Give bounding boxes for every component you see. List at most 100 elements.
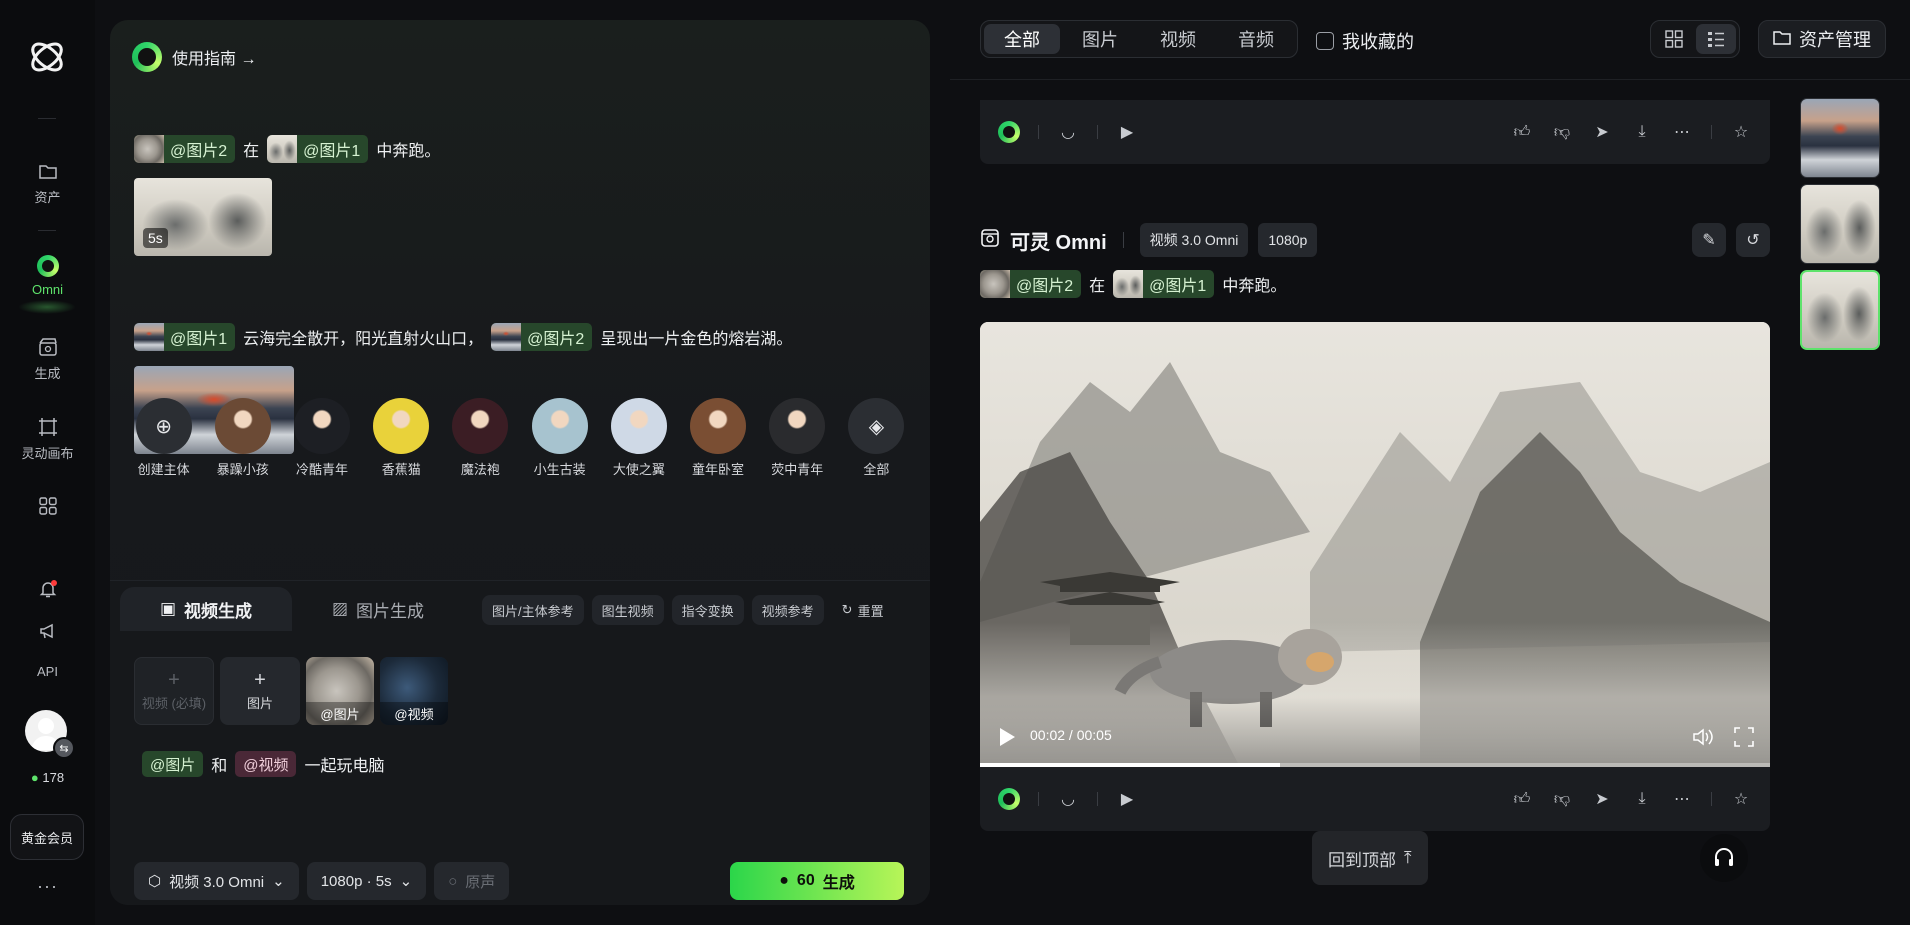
sidebar-item-canvas[interactable]: 灵动画布 xyxy=(0,416,95,462)
tab-images[interactable]: 图片 xyxy=(1062,24,1138,54)
video-asset[interactable]: @视频 xyxy=(380,657,448,725)
sidebar-item-community[interactable] xyxy=(0,495,95,517)
audio-toggle[interactable]: ○ 原声 xyxy=(434,862,510,900)
sidebar-item-assets[interactable]: 资产 xyxy=(0,160,95,206)
character-item[interactable]: 荧中青年 xyxy=(764,398,831,478)
tab-image-generate[interactable]: ▨ 图片生成 xyxy=(292,587,464,631)
star-icon[interactable]: ☆ xyxy=(1730,788,1752,810)
chip-image-to-video[interactable]: 图生视频 xyxy=(591,595,664,625)
lips-icon[interactable]: ◡ xyxy=(1057,788,1079,810)
character-item[interactable]: 魔法袍 xyxy=(447,398,514,478)
reference-tag[interactable]: @图片1 xyxy=(134,323,236,351)
tab-video-generate[interactable]: ▣ 视频生成 xyxy=(120,587,292,631)
character-item[interactable]: 童年卧室 xyxy=(684,398,751,478)
generation-header: 可灵 Omni 视频 3.0 Omni 1080p ✎ ↺ xyxy=(980,222,1770,258)
reference-tag[interactable]: @视频 xyxy=(235,751,297,777)
model-select[interactable]: ⬡ 视频 3.0 Omni ⌄ xyxy=(134,862,299,900)
play-icon[interactable] xyxy=(998,727,1016,747)
omni-logo-icon xyxy=(998,788,1020,810)
character-label: 香蕉猫 xyxy=(381,462,421,477)
character-avatar xyxy=(373,398,430,454)
bell-icon xyxy=(37,578,59,600)
thumbnail-item[interactable] xyxy=(1800,98,1880,178)
asset-manager-button[interactable]: 资产管理 xyxy=(1758,20,1886,58)
send-icon[interactable]: ➤ xyxy=(1591,788,1613,810)
sidebar-item-omni[interactable]: Omni xyxy=(0,255,95,297)
tab-audio[interactable]: 音频 xyxy=(1218,24,1294,54)
vip-button[interactable]: 黄金会员 xyxy=(10,814,84,860)
character-label: 冷酷青年 xyxy=(296,462,349,477)
sidebar-announcements[interactable] xyxy=(0,620,95,642)
star-icon[interactable]: ☆ xyxy=(1730,121,1752,143)
add-image-slot[interactable]: + 图片 xyxy=(220,657,300,725)
chip-video-ref[interactable]: 视频参考 xyxy=(751,595,824,625)
character-item[interactable]: 冷酷青年 xyxy=(288,398,355,478)
video-required-slot[interactable]: + 视频 (必填) xyxy=(134,657,214,725)
download-icon[interactable]: ⤓ xyxy=(1631,121,1653,143)
thumbnail-item[interactable] xyxy=(1800,270,1880,350)
sidebar-notifications[interactable] xyxy=(0,578,95,600)
thumbs-down-icon[interactable]: 👎︎ xyxy=(1551,788,1573,810)
character-item[interactable]: 大使之翼 xyxy=(605,398,672,478)
app-logo-icon[interactable] xyxy=(24,34,70,80)
send-icon[interactable]: ➤ xyxy=(1591,121,1613,143)
asset-slots: + 视频 (必填) + 图片 @图片 @视频 xyxy=(134,657,448,725)
favorites-checkbox[interactable]: 我收藏的 xyxy=(1316,28,1414,54)
back-to-top-button[interactable]: 回到顶部 ⤒ xyxy=(1312,831,1428,885)
character-item[interactable]: ⊕ 创建主体 xyxy=(130,398,197,478)
generate-button[interactable]: ● 60 生成 xyxy=(730,862,904,900)
guide-link[interactable]: 使用指南 → xyxy=(132,42,256,72)
clip-duration: 5s xyxy=(143,228,168,248)
reference-tag[interactable]: @图片2 xyxy=(980,270,1082,298)
extend-video-icon[interactable]: ▶ xyxy=(1116,788,1138,810)
switch-account-icon[interactable]: ⇆ xyxy=(53,737,75,759)
spec-select[interactable]: 1080p · 5s ⌄ xyxy=(306,862,427,900)
thumbs-up-icon[interactable]: 👍︎ xyxy=(1511,788,1533,810)
chip-image-subject-ref[interactable]: 图片/主体参考 xyxy=(482,595,584,625)
thumbs-up-icon[interactable]: 👍︎ xyxy=(1511,121,1533,143)
download-icon[interactable]: ⤓ xyxy=(1631,788,1653,810)
history-prompt[interactable]: @图片2 在 @图片1 中奔跑。 xyxy=(134,135,440,163)
thumbs-down-icon[interactable]: 👎︎ xyxy=(1551,121,1573,143)
tab-videos[interactable]: 视频 xyxy=(1140,24,1216,54)
grid-view-icon[interactable] xyxy=(1654,24,1694,54)
view-toggle xyxy=(1650,20,1740,58)
history-prompt[interactable]: @图片1 云海完全散开，阳光直射火山口， @图片2 呈现出一片金色的熔岩湖。 xyxy=(134,323,792,351)
thumbnail-item[interactable] xyxy=(1800,184,1880,264)
regenerate-icon[interactable]: ↺ xyxy=(1736,223,1770,257)
reference-tag[interactable]: @图片1 xyxy=(1113,270,1215,298)
more-icon[interactable]: ⋯ xyxy=(1671,788,1693,810)
character-item[interactable]: ◈ 全部 xyxy=(843,398,910,478)
lips-icon[interactable]: ◡ xyxy=(1057,121,1079,143)
image-asset[interactable]: @图片 xyxy=(306,657,374,725)
prompt-input[interactable]: @图片 和 @视频 一起玩电脑 xyxy=(142,751,385,777)
reference-tag[interactable]: @图片2 xyxy=(134,135,236,163)
prompt-text: 在 xyxy=(243,143,260,160)
character-item[interactable]: 小生古装 xyxy=(526,398,593,478)
more-icon[interactable]: ⋯ xyxy=(1671,121,1693,143)
volume-icon[interactable] xyxy=(1692,727,1714,747)
folder-icon xyxy=(1773,29,1791,50)
more-icon[interactable]: ··· xyxy=(0,876,95,897)
chip-instruction-transform[interactable]: 指令变换 xyxy=(671,595,744,625)
reference-tag[interactable]: @图片1 xyxy=(267,135,369,163)
reference-tag[interactable]: @图片2 xyxy=(491,323,593,351)
sidebar-item-generate[interactable]: 生成 xyxy=(0,336,95,382)
reset-button[interactable]: ↻ 重置 xyxy=(832,595,894,625)
character-item[interactable]: 暴躁小孩 xyxy=(209,398,276,478)
list-view-icon[interactable] xyxy=(1696,24,1736,54)
character-item[interactable]: 香蕉猫 xyxy=(368,398,435,478)
history-clip[interactable]: 5s xyxy=(134,178,272,256)
sidebar-api[interactable]: API xyxy=(0,664,95,679)
extend-video-icon[interactable]: ▶ xyxy=(1116,121,1138,143)
video-player[interactable]: 00:02 / 00:05 xyxy=(980,322,1770,767)
character-label: 暴躁小孩 xyxy=(216,462,269,477)
character-avatar xyxy=(214,398,271,454)
flame-icon: ● xyxy=(779,872,789,889)
character-avatar xyxy=(294,398,350,454)
tab-all[interactable]: 全部 xyxy=(984,24,1060,54)
edit-icon[interactable]: ✎ xyxy=(1692,223,1726,257)
headset-icon[interactable] xyxy=(1700,834,1748,882)
reference-tag[interactable]: @图片 xyxy=(142,751,204,777)
fullscreen-icon[interactable] xyxy=(1734,727,1754,747)
